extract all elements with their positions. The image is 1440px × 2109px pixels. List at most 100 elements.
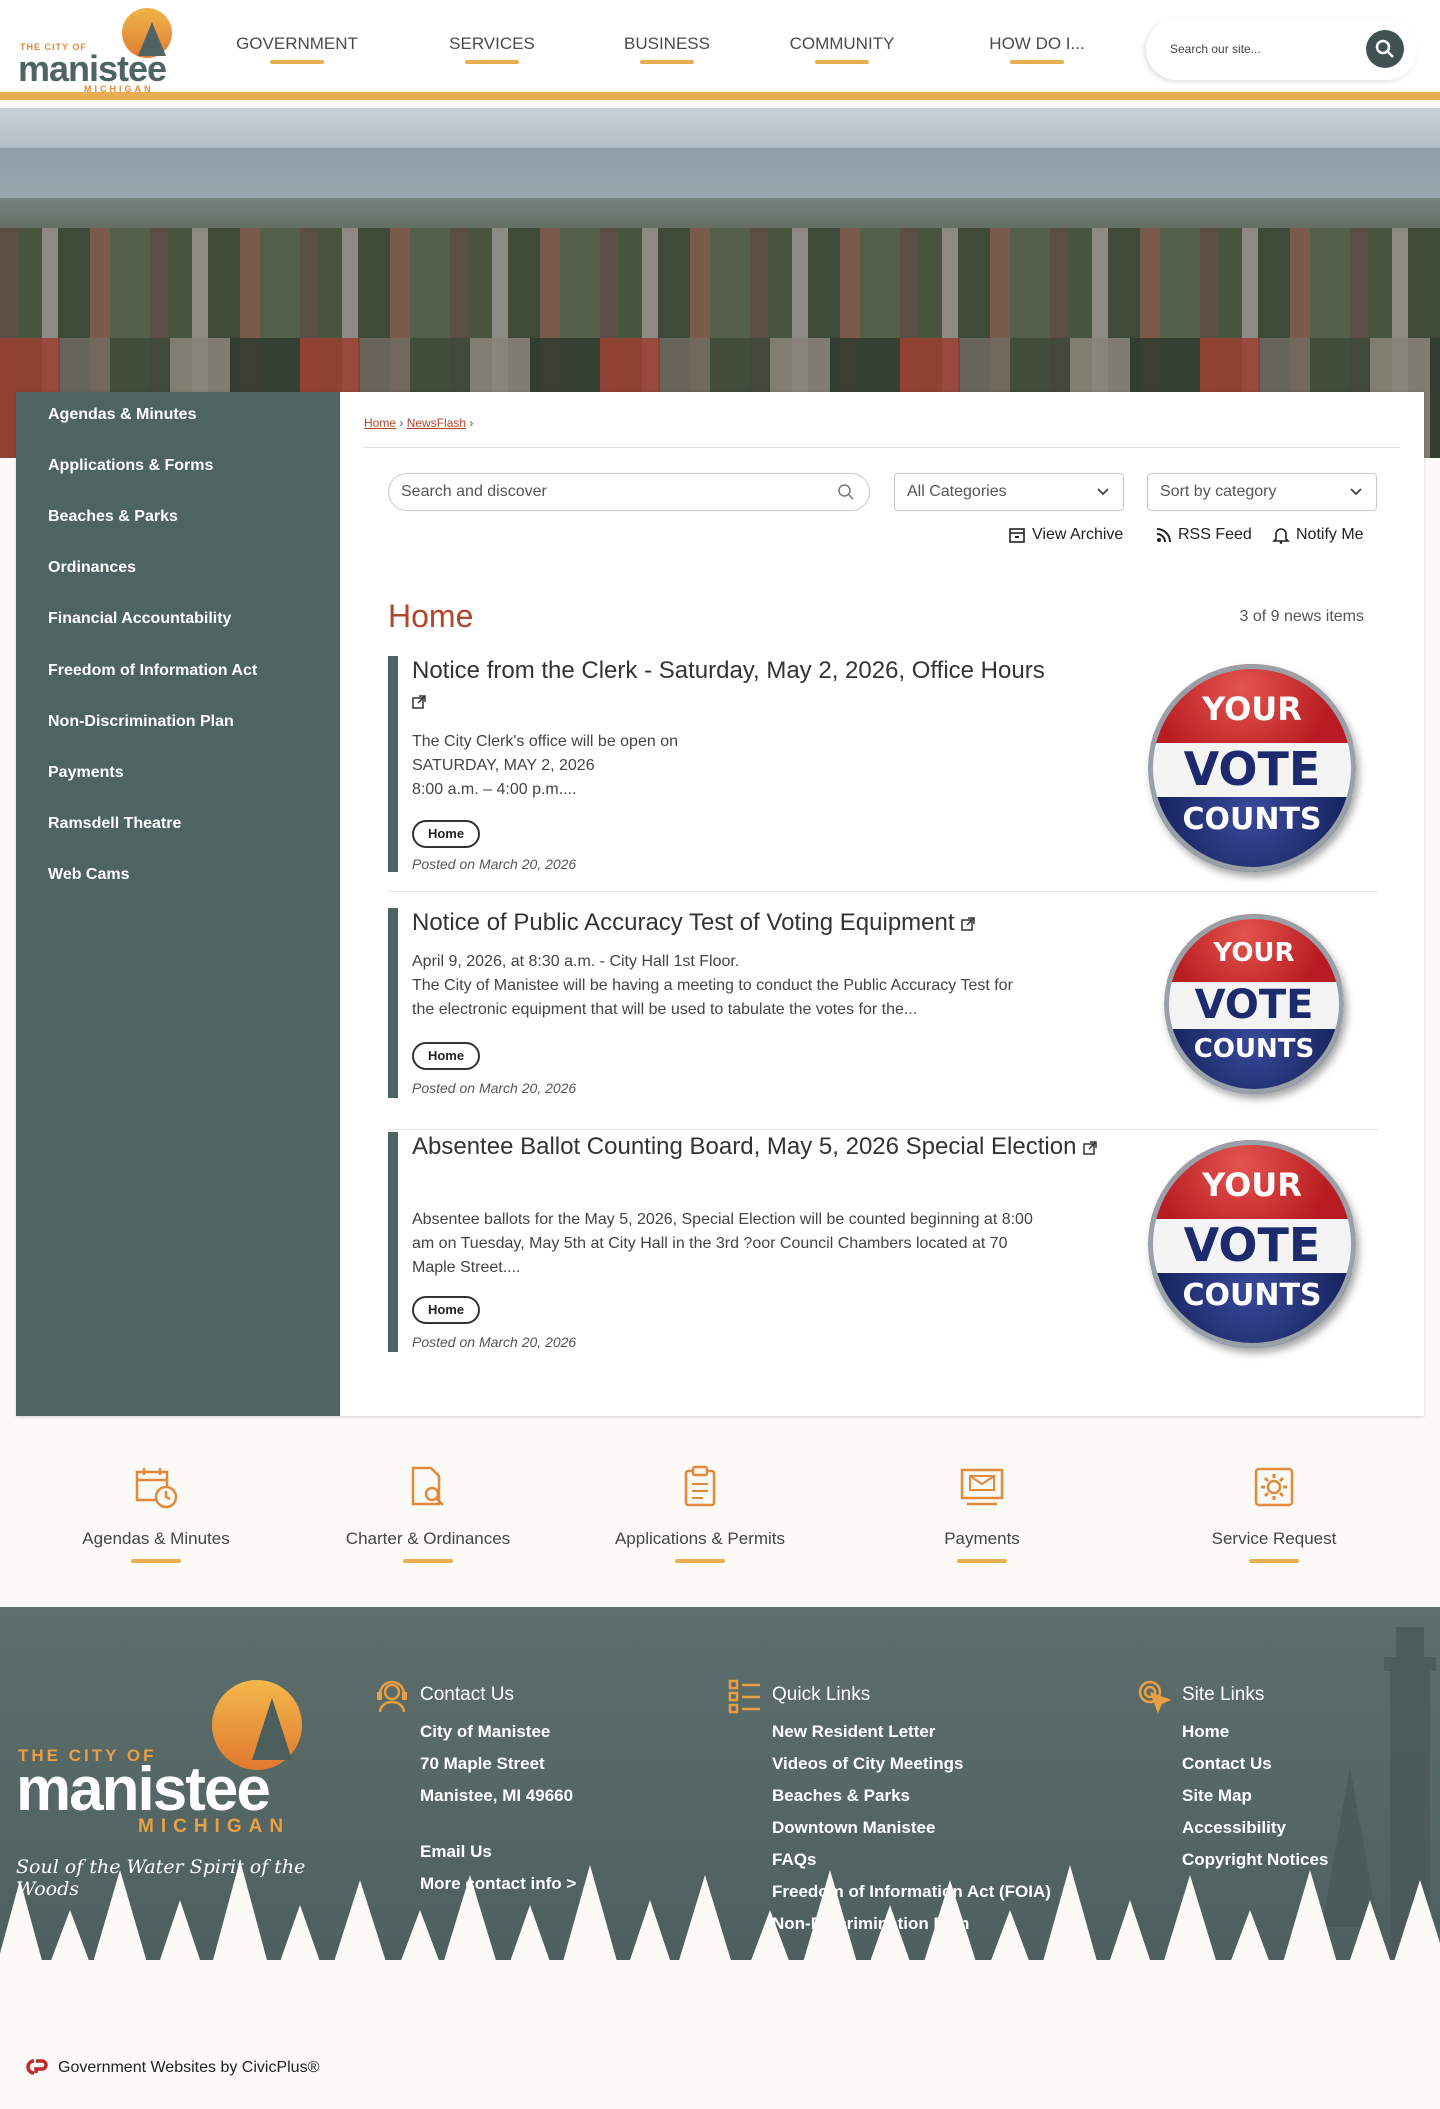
nav-how-do-i[interactable]: HOW DO I... (952, 0, 1122, 92)
breadcrumb-newsflash[interactable]: NewsFlash (407, 416, 466, 430)
nav-underline (815, 60, 869, 64)
sidebar-item-ramsdell[interactable]: Ramsdell Theatre (48, 815, 181, 833)
news-summary-line: Absentee ballots for the May 5, 2026, Sp… (412, 1211, 1033, 1228)
quick-link-label: Service Request (1211, 1529, 1337, 1548)
quick-link-applications[interactable]: Applications & Permits (600, 1464, 800, 1563)
quick-link-service-request[interactable]: Service Request (1174, 1464, 1374, 1563)
badge-counts: COUNTS (1182, 802, 1322, 837)
news-title[interactable]: Absentee Ballot Counting Board, May 5, 2… (412, 1132, 1132, 1162)
footer-contact-line: City of Manistee (420, 1722, 551, 1741)
quick-link-underline (675, 1559, 725, 1563)
nav-label: BUSINESS (624, 34, 710, 53)
quick-link-agendas[interactable]: Agendas & Minutes (56, 1464, 256, 1563)
news-divider (388, 891, 1378, 892)
news-posted-date: Posted on March 20, 2026 (412, 856, 577, 872)
sidebar-item-foia[interactable]: Freedom of Information Act (48, 662, 257, 680)
rss-icon (1156, 528, 1171, 543)
site-search-button[interactable] (1366, 30, 1404, 68)
news-item: Notice of Public Accuracy Test of Voting… (388, 908, 1378, 1130)
nav-community[interactable]: COMMUNITY (732, 0, 952, 92)
badge-your: YOUR (1202, 690, 1302, 728)
quick-link-underline (403, 1559, 453, 1563)
quick-link-label: Agendas & Minutes (82, 1529, 230, 1548)
sidebar-item-financial[interactable]: Financial Accountability (48, 610, 231, 628)
notify-me-link[interactable]: Notify Me (1272, 526, 1364, 544)
section-title: Home (388, 598, 474, 634)
news-summary-line: The City Clerk's office will be open on (412, 733, 678, 750)
quick-link-underline (1249, 1559, 1299, 1563)
sort-select[interactable]: Sort by category (1147, 473, 1377, 511)
search-icon (838, 484, 854, 500)
footer-trees-decoration (0, 1860, 1440, 2000)
rss-feed-label: RSS Feed (1178, 526, 1252, 543)
news-category-tag[interactable]: Home (412, 1296, 480, 1324)
news-posted-date: Posted on March 20, 2026 (412, 1334, 577, 1350)
notify-me-label: Notify Me (1296, 526, 1364, 543)
sidebar-item-beaches[interactable]: Beaches & Parks (48, 508, 178, 526)
site-header: THE CITY OF manistee MICHIGAN GOVERNMENT… (0, 0, 1440, 100)
footer-site-link[interactable]: Site Map (1182, 1786, 1252, 1806)
badge-counts: COUNTS (1193, 1034, 1315, 1064)
news-search-placeholder: Search and discover (401, 483, 547, 500)
news-summary: Absentee ballots for the May 5, 2026, Sp… (412, 1208, 1132, 1280)
divider (364, 447, 1400, 448)
footer-site-link[interactable]: Home (1182, 1722, 1229, 1742)
chevron-down-icon (1097, 488, 1109, 496)
news-title-text: Notice from the Clerk - Saturday, May 2,… (412, 657, 1045, 684)
breadcrumb-separator: › (469, 416, 474, 430)
breadcrumb-home[interactable]: Home (364, 416, 396, 430)
news-accent-bar (388, 908, 398, 1098)
footer-credit-bar: Government Websites by CivicPlus® (0, 1995, 1440, 2109)
badge-your: YOUR (1213, 938, 1295, 968)
sidebar-item-non-discrimination[interactable]: Non-Discrimination Plan (48, 713, 234, 731)
list-icon (728, 1679, 760, 1714)
civicplus-credit-link[interactable]: Government Websites by CivicPlus® (58, 2059, 319, 2077)
news-category-tag[interactable]: Home (412, 820, 480, 848)
sidebar-item-applications[interactable]: Applications & Forms (48, 457, 213, 475)
news-summary-line: Maple Street.... (412, 1259, 521, 1276)
vote-counts-image: YOUR VOTE COUNTS (1148, 664, 1356, 872)
footer-site-link[interactable]: Accessibility (1182, 1818, 1286, 1838)
sidebar-item-ordinances[interactable]: Ordinances (48, 559, 136, 577)
external-link-icon (961, 916, 975, 931)
quick-link-payments[interactable]: Payments (882, 1464, 1082, 1563)
nav-underline (465, 60, 519, 64)
vote-counts-image: YOUR VOTE COUNTS (1164, 914, 1344, 1094)
news-item: Absentee Ballot Counting Board, May 5, 2… (388, 1132, 1378, 1372)
quick-link-underline (131, 1559, 181, 1563)
sidebar-item-webcams[interactable]: Web Cams (48, 866, 130, 884)
civicplus-logo-icon (26, 2059, 48, 2075)
nav-services[interactable]: SERVICES (382, 0, 602, 92)
news-title[interactable]: Notice of Public Accuracy Test of Voting… (412, 908, 1132, 938)
nav-government[interactable]: GOVERNMENT (212, 0, 382, 92)
quick-link-label: Payments (944, 1529, 1020, 1548)
rss-feed-link[interactable]: RSS Feed (1156, 526, 1252, 544)
footer-logo-state: MICHIGAN (138, 1816, 291, 1837)
quick-link-charter[interactable]: Charter & Ordinances (328, 1464, 528, 1563)
breadcrumb-separator: › (399, 416, 404, 430)
gear-request-icon (1254, 1467, 1294, 1507)
site-search-input[interactable]: Search our site... (1170, 42, 1261, 56)
news-category-tag[interactable]: Home (412, 1042, 480, 1070)
footer-quick-link[interactable]: Downtown Manistee (772, 1818, 935, 1838)
news-item: Notice from the Clerk - Saturday, May 2,… (388, 656, 1378, 892)
footer-quick-heading: Quick Links (772, 1684, 871, 1705)
footer-quick-link[interactable]: Videos of City Meetings (772, 1754, 963, 1774)
footer-site-link[interactable]: Contact Us (1182, 1754, 1272, 1774)
nav-business[interactable]: BUSINESS (602, 0, 732, 92)
footer-contact-line: Manistee, MI 49660 (420, 1786, 574, 1805)
view-archive-link[interactable]: View Archive (1008, 526, 1123, 544)
city-logo[interactable]: THE CITY OF manistee MICHIGAN (16, 8, 176, 94)
clipboard-icon (684, 1465, 716, 1507)
nav-label: GOVERNMENT (236, 34, 358, 53)
news-search-input[interactable]: Search and discover (388, 473, 870, 511)
category-select[interactable]: All Categories (894, 473, 1124, 511)
footer-quick-link[interactable]: New Resident Letter (772, 1722, 935, 1742)
sidebar-item-payments[interactable]: Payments (48, 764, 124, 782)
footer-quick-link[interactable]: Beaches & Parks (772, 1786, 910, 1806)
external-link-icon (412, 694, 426, 709)
contact-headset-icon (377, 1680, 407, 1713)
news-title[interactable]: Notice from the Clerk - Saturday, May 2,… (412, 656, 1132, 716)
news-accent-bar (388, 656, 398, 872)
sidebar-item-agendas[interactable]: Agendas & Minutes (48, 406, 196, 424)
